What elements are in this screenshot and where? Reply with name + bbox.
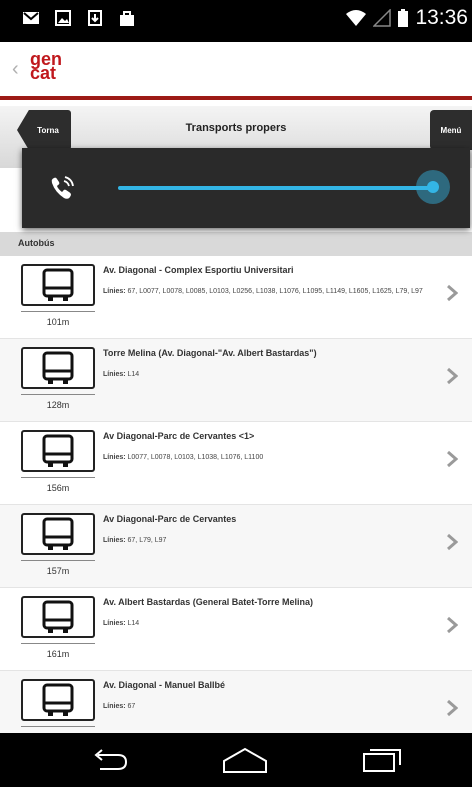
stop-name: Av Diagonal-Parc de Cervantes <1> (103, 431, 255, 441)
distance-divider (21, 643, 95, 644)
chevron-right-icon[interactable] (446, 533, 458, 551)
bus-icon (21, 430, 95, 472)
home-icon[interactable] (222, 747, 268, 773)
system-navigation-bar (0, 733, 472, 787)
download-icon (88, 10, 102, 26)
recent-apps-icon[interactable] (362, 747, 404, 773)
gencat-logo[interactable]: gen cat (30, 50, 62, 82)
bus-icon (21, 596, 95, 638)
shopping-bag-icon (120, 11, 134, 26)
lines-label: Línies: (103, 454, 126, 461)
page-title: Transports propers (185, 122, 287, 134)
volume-panel (22, 148, 470, 228)
stop-lines: Línies: L0077, L0078, L0103, L1038, L107… (103, 452, 423, 464)
notification-icons (22, 9, 136, 27)
section-header: Autobús (0, 232, 472, 256)
lines-label: Línies: (103, 371, 126, 378)
chevron-right-icon[interactable] (446, 284, 458, 302)
system-status: 13:36 (345, 6, 468, 30)
list-item[interactable]: 161m Av. Albert Bastardas (General Batet-… (0, 588, 472, 671)
stop-lines: Línies: L14 (103, 369, 423, 381)
stop-distance: 157m (46, 566, 70, 576)
header-divider (0, 96, 472, 100)
distance-divider (21, 477, 95, 478)
lines-label: Línies: (103, 620, 126, 627)
list-item[interactable]: 128m Torre Melina (Av. Diagonal-"Av. Albe… (0, 339, 472, 422)
distance-divider (21, 726, 95, 727)
stops-list: 101m Av. Diagonal - Complex Esportiu Univ… (0, 256, 472, 733)
image-icon (55, 10, 71, 26)
stop-lines: Línies: 67, L79, L97 (103, 535, 423, 547)
wifi-icon (346, 10, 367, 26)
lines-value: 67, L79, L97 (127, 537, 167, 544)
app-screen: ‹ gen cat Torna Transports propers Menú … (0, 42, 472, 733)
menu-button[interactable]: Menú (430, 110, 472, 150)
lines-label: Línies: (103, 288, 126, 295)
stop-distance: 161m (46, 649, 70, 659)
back-icon[interactable] (88, 747, 132, 773)
lines-value: 67, L0077, L0078, L0085, L0103, L0256, L… (127, 288, 423, 295)
clock: 13:36 (415, 6, 468, 29)
chevron-right-icon[interactable] (446, 616, 458, 634)
app-header: ‹ gen cat (0, 42, 472, 96)
volume-slider-track[interactable] (118, 186, 434, 190)
status-bar: 13:36 (0, 0, 472, 42)
bus-icon (21, 679, 95, 721)
bus-icon (21, 347, 95, 389)
chevron-right-icon[interactable] (446, 699, 458, 717)
stop-lines: Línies: L14 (103, 618, 423, 630)
list-item[interactable]: 101m Av. Diagonal - Complex Esportiu Univ… (0, 256, 472, 339)
list-item[interactable]: 156m Av Diagonal-Parc de Cervantes <1> Lín… (0, 422, 472, 505)
volume-slider-thumb[interactable] (416, 170, 450, 204)
stop-distance: 128m (46, 400, 70, 410)
up-navigation-chevron-icon[interactable]: ‹ (12, 58, 19, 81)
distance-divider (21, 394, 95, 395)
stop-name: Av Diagonal-Parc de Cervantes (103, 514, 237, 524)
stop-lines: Línies: 67, L0077, L0078, L0085, L0103, … (103, 286, 423, 298)
phone-in-call-icon (51, 176, 74, 199)
lines-value: L14 (127, 620, 140, 627)
battery-icon (398, 9, 409, 27)
lines-value: L0077, L0078, L0103, L1038, L1076, L1100 (127, 454, 264, 461)
bus-icon (21, 264, 95, 306)
list-item[interactable]: Av. Diagonal - Manuel Ballbé Línies: 67 (0, 671, 472, 733)
list-item[interactable]: 157m Av Diagonal-Parc de Cervantes Línies:… (0, 505, 472, 588)
gmail-icon (23, 12, 39, 24)
stop-name: Av. Diagonal - Manuel Ballbé (103, 680, 226, 690)
lines-value: L14 (127, 371, 140, 378)
chevron-right-icon[interactable] (446, 450, 458, 468)
stop-distance: 101m (46, 317, 70, 327)
chevron-right-icon[interactable] (446, 367, 458, 385)
distance-divider (21, 560, 95, 561)
signal-icon (373, 9, 392, 27)
stop-distance: 156m (46, 483, 70, 493)
lines-value: 67 (127, 703, 136, 710)
lines-label: Línies: (103, 537, 126, 544)
lines-label: Línies: (103, 703, 126, 710)
stop-name: Av. Albert Bastardas (General Batet-Torr… (103, 597, 314, 607)
bus-icon (21, 513, 95, 555)
stop-name: Torre Melina (Av. Diagonal-"Av. Albert B… (103, 348, 317, 358)
distance-divider (21, 311, 95, 312)
stop-lines: Línies: 67 (103, 701, 423, 713)
stop-name: Av. Diagonal - Complex Esportiu Universi… (103, 265, 294, 275)
